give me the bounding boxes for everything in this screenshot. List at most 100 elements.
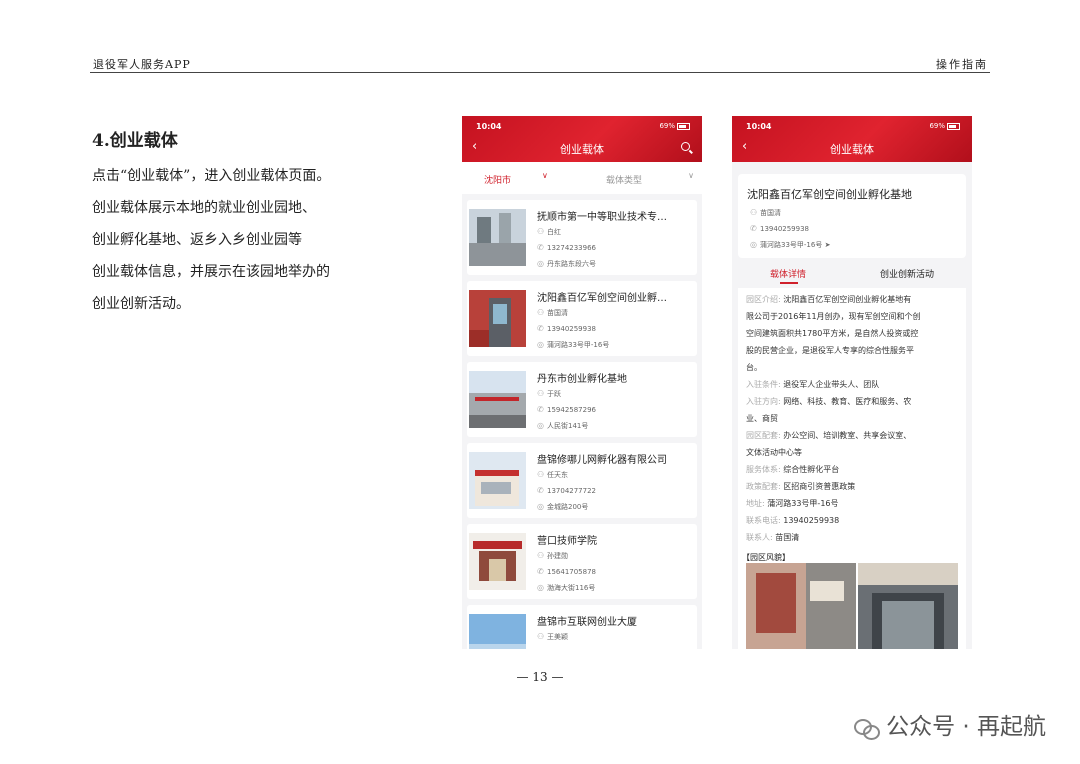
contact-phone: 13940259938 <box>547 325 596 333</box>
person-icon: ⚇ <box>537 470 545 479</box>
carrier-thumbnail <box>469 290 526 347</box>
city-filter[interactable]: 沈阳市 <box>484 173 511 186</box>
park-photo <box>746 563 856 649</box>
contact-phone: 13940259938 <box>760 225 809 233</box>
list-item[interactable]: 沈阳鑫百亿军创空间创业孵… ⚇ 苗国清 ✆ 13940259938 ◎ 蒲河路33号甲… <box>467 281 697 356</box>
screen-title: 创业载体 <box>560 143 604 156</box>
carrier-thumbnail <box>469 614 526 649</box>
watermark-text: 公众号 · 再起航 <box>886 714 1046 740</box>
tab-innovation-activities[interactable]: 创业创新活动 <box>880 267 934 280</box>
person-icon: ⚇ <box>537 227 545 236</box>
section-body: 点击“创业载体”，进入创业载体页面。 创业载体展示本地的就业创业园地、 创业孵化… <box>92 160 392 320</box>
contact-name: 王美颖 <box>547 633 568 641</box>
active-tab-indicator <box>780 282 798 284</box>
contact-phone: 13274233966 <box>547 244 596 252</box>
body-line: 创业孵化基地、返乡入乡创业园等 <box>92 232 302 248</box>
carrier-name: 丹东市创业孵化基地 <box>537 374 627 385</box>
phone-screenshot-list: 10:04 69% ‹ 创业载体 沈阳市 ∨ 载体类型 ∨ 抚顺市第一中等职业技… <box>462 116 702 649</box>
intro-block: 园区介绍: 沈阳鑫百亿军创空间创业孵化基地有 限公司于2016年11月创办，现有… <box>746 295 921 542</box>
location-icon: ◎ <box>537 340 544 349</box>
contact-name: 白红 <box>547 228 561 236</box>
contact-name: 于跃 <box>547 390 561 398</box>
person-icon: ⚇ <box>537 551 545 560</box>
status-bar-right: 69% <box>659 122 690 130</box>
carrier-name: 沈阳鑫百亿军创空间创业孵… <box>537 293 667 304</box>
phone-icon: ✆ <box>750 224 757 233</box>
contact-name: 孙建勋 <box>547 552 568 560</box>
page-number: — 13 — <box>516 670 564 684</box>
watermark: 公众号 · 再起航 <box>854 707 1046 741</box>
body-line: 点击“创业载体”，进入创业载体页面。 <box>92 168 331 184</box>
filter-bar: 沈阳市 ∨ 载体类型 ∨ <box>462 162 702 194</box>
contact-phone: 13704277722 <box>547 487 596 495</box>
contact-name: 苗国清 <box>760 209 781 217</box>
header-guide: 操作指南 <box>936 58 988 71</box>
carrier-address: 丹东路东段六号 <box>547 260 596 268</box>
screen-title: 创业载体 <box>830 143 874 156</box>
list-item[interactable]: 抚顺市第一中等职业技术专… ⚇ 白红 ✆ 13274233966 ◎ 丹东路东段六号 <box>467 200 697 275</box>
contact-phone: 15942587296 <box>547 406 596 414</box>
header-rule <box>90 72 990 73</box>
carrier-thumbnail <box>469 371 526 428</box>
list-item[interactable]: 营口技师学院 ⚇ 孙建勋 ✆ 15641705878 ◎ 渤海大街116号 <box>467 524 697 599</box>
phone-icon: ✆ <box>537 486 544 495</box>
status-time: 10:04 <box>476 122 502 131</box>
list-item[interactable]: 盘锦市互联网创业大厦 ⚇ 王美颖 <box>467 605 697 649</box>
person-icon: ⚇ <box>537 389 545 398</box>
carrier-name: 盘锦修哪儿网孵化器有限公司 <box>537 455 667 466</box>
carrier-thumbnail <box>469 209 526 266</box>
app-top-bar: 10:04 69% ‹ 创业载体 <box>732 116 972 162</box>
body-line: 创业载体信息，并展示在该园地举办的 <box>92 264 330 280</box>
battery-icon <box>677 122 690 130</box>
carrier-thumbnail <box>469 452 526 509</box>
type-filter[interactable]: 载体类型 <box>606 173 642 186</box>
carrier-address: 蒲河路33号甲-16号 <box>760 241 823 249</box>
carrier-name: 抚顺市第一中等职业技术专… <box>537 212 667 223</box>
phone-icon: ✆ <box>537 243 544 252</box>
carrier-thumbnail <box>469 533 526 590</box>
location-icon: ◎ <box>537 259 544 268</box>
search-icon[interactable] <box>681 142 690 151</box>
list-item[interactable]: 丹东市创业孵化基地 ⚇ 于跃 ✆ 15942587296 ◎ 人民街141号 <box>467 362 697 437</box>
phone-icon: ✆ <box>537 324 544 333</box>
location-icon: ◎ <box>537 583 544 592</box>
list-item[interactable]: 盘锦修哪儿网孵化器有限公司 ⚇ 任天东 ✆ 13704277722 ◎ 金城路200号 <box>467 443 697 518</box>
phone-screenshot-detail: 10:04 69% ‹ 创业载体 沈阳鑫百亿军创空间创业孵化基地 ⚇ 苗国清 ✆ 1… <box>732 116 972 649</box>
location-icon: ◎ <box>537 421 544 430</box>
carrier-name: 沈阳鑫百亿军创空间创业孵化基地 <box>747 188 912 201</box>
location-icon: ◎ <box>537 502 544 511</box>
tab-carrier-detail[interactable]: 载体详情 <box>770 267 806 280</box>
carrier-address: 渤海大街116号 <box>547 584 596 592</box>
header-title: 退役军人服务APP <box>93 58 191 71</box>
section-title: 4.创业载体 <box>92 131 178 151</box>
app-top-bar: 10:04 69% ‹ 创业载体 <box>462 116 702 162</box>
battery-level: 69% <box>929 122 945 130</box>
body-line: 创业创新活动。 <box>92 296 190 312</box>
carrier-address: 蒲河路33号甲-16号 <box>547 341 610 349</box>
person-icon: ⚇ <box>537 632 545 641</box>
battery-level: 69% <box>659 122 675 130</box>
location-icon: ◎ <box>750 240 757 249</box>
park-photo <box>858 563 958 649</box>
status-bar-right: 69% <box>929 122 960 130</box>
carrier-address: 金城路200号 <box>547 503 589 511</box>
carrier-address: 人民街141号 <box>547 422 589 430</box>
person-icon: ⚇ <box>537 308 545 317</box>
contact-phone: 15641705878 <box>547 568 596 576</box>
wechat-icon <box>854 717 881 740</box>
battery-icon <box>947 122 960 130</box>
person-icon: ⚇ <box>750 208 758 217</box>
detail-tabs: 载体详情 创业创新活动 <box>732 264 972 286</box>
chevron-down-icon[interactable]: ∨ <box>688 171 694 180</box>
navigate-icon[interactable]: ➤ <box>825 241 831 249</box>
chevron-down-icon[interactable]: ∨ <box>542 171 548 180</box>
status-time: 10:04 <box>746 122 772 131</box>
carrier-name: 盘锦市互联网创业大厦 <box>537 617 637 628</box>
carrier-name: 营口技师学院 <box>537 536 597 547</box>
phone-icon: ✆ <box>537 405 544 414</box>
phone-icon: ✆ <box>537 567 544 576</box>
carrier-summary-card: 沈阳鑫百亿军创空间创业孵化基地 ⚇ 苗国清 ✆ 13940259938 ◎ 蒲河路33… <box>738 174 966 258</box>
gallery-title: 【园区风貌】 <box>742 553 790 562</box>
body-line: 创业载体展示本地的就业创业园地、 <box>92 200 316 216</box>
contact-name: 任天东 <box>547 471 568 479</box>
